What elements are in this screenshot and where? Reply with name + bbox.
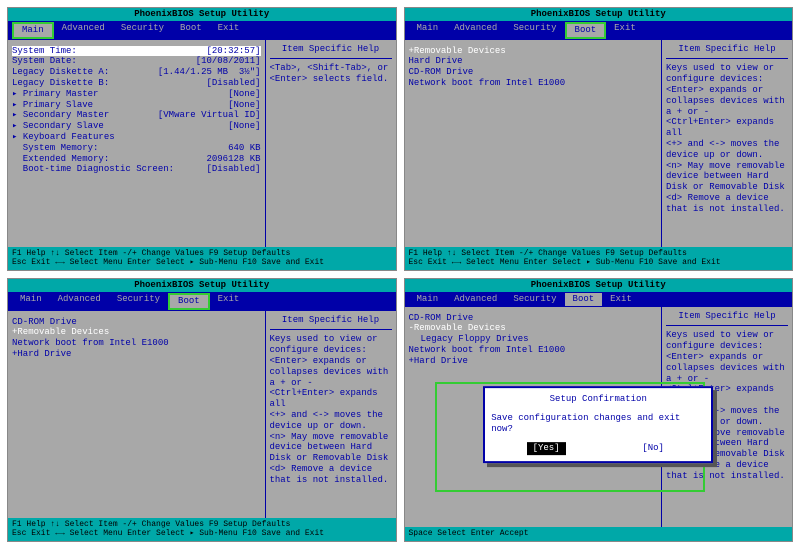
help-title: Item Specific Help: [666, 44, 788, 60]
bios-panel-2: PhoenixBIOS Setup Utility Main Advanced …: [404, 7, 794, 271]
setting-row[interactable]: ▸ Secondary Slave[None]: [12, 121, 261, 132]
boot-item[interactable]: CD-ROM Drive: [409, 313, 658, 324]
boot-item[interactable]: Legacy Floppy Drives: [409, 334, 658, 345]
bios-title: PhoenixBIOS Setup Utility: [8, 8, 396, 21]
boot-item[interactable]: +Removable Devices: [12, 327, 261, 338]
help-pane: Item Specific Help <Tab>, <Shift-Tab>, o…: [266, 40, 396, 247]
tab-security[interactable]: Security: [505, 22, 564, 39]
footer-keys: F1 Help ↑↓ Select Item -/+ Change Values…: [8, 518, 396, 541]
tab-main[interactable]: Main: [409, 22, 447, 39]
boot-item[interactable]: Hard Drive: [409, 56, 658, 67]
boot-item[interactable]: +Hard Drive: [12, 349, 261, 360]
boot-order-list[interactable]: +Removable DevicesHard DriveCD-ROM Drive…: [405, 40, 663, 247]
setting-row[interactable]: ▸ Primary Slave[None]: [12, 100, 261, 111]
setting-row[interactable]: Legacy Diskette B:[Disabled]: [12, 78, 261, 89]
tab-exit[interactable]: Exit: [602, 293, 640, 306]
no-button[interactable]: [No]: [636, 443, 670, 456]
tab-security[interactable]: Security: [505, 293, 564, 306]
bios-panel-3: PhoenixBIOS Setup Utility Main Advanced …: [7, 278, 397, 542]
tab-boot[interactable]: Boot: [565, 293, 603, 306]
boot-item[interactable]: +Hard Drive: [409, 356, 658, 367]
tab-boot[interactable]: Boot: [172, 22, 210, 39]
menubar[interactable]: Main Advanced Security Boot Exit: [8, 21, 396, 40]
footer-keys: F1 Help ↑↓ Select Item -/+ Change Values…: [8, 247, 396, 270]
setting-row[interactable]: Extended Memory:2096128 KB: [12, 154, 261, 165]
tab-exit[interactable]: Exit: [210, 293, 248, 310]
boot-item[interactable]: CD-ROM Drive: [409, 67, 658, 78]
tab-main[interactable]: Main: [12, 22, 54, 39]
setting-row[interactable]: System Date:[10/08/2011]: [12, 56, 261, 67]
tab-main[interactable]: Main: [409, 293, 447, 306]
tab-main[interactable]: Main: [12, 293, 50, 310]
boot-order-list[interactable]: CD-ROM Drive+Removable DevicesNetwork bo…: [8, 311, 266, 518]
tab-advanced[interactable]: Advanced: [446, 22, 505, 39]
dialog-title: Setup Confirmation: [491, 394, 705, 405]
help-text: Keys used to view or configure devices: …: [270, 334, 392, 485]
boot-item[interactable]: CD-ROM Drive: [12, 317, 261, 328]
help-pane: Item Specific Help Keys used to view or …: [266, 311, 396, 518]
help-title: Item Specific Help: [666, 311, 788, 327]
boot-item[interactable]: +Removable Devices: [409, 46, 658, 57]
tab-advanced[interactable]: Advanced: [50, 293, 109, 310]
tab-boot[interactable]: Boot: [168, 293, 210, 310]
footer-keys: F1 Help ↑↓ Select Item -/+ Change Values…: [405, 247, 793, 270]
setting-row[interactable]: ▸ Keyboard Features: [12, 132, 261, 143]
boot-item[interactable]: Network boot from Intel E1000: [409, 345, 658, 356]
tab-boot[interactable]: Boot: [565, 22, 607, 39]
tab-advanced[interactable]: Advanced: [54, 22, 113, 39]
setting-row[interactable]: Legacy Diskette A:[1.44/1.25 MB 3½"]: [12, 67, 261, 78]
tab-security[interactable]: Security: [113, 22, 172, 39]
bios-title: PhoenixBIOS Setup Utility: [8, 279, 396, 292]
yes-button[interactable]: [Yes]: [527, 443, 566, 456]
menubar[interactable]: Main Advanced Security Boot Exit: [405, 21, 793, 40]
setting-row[interactable]: Boot-time Diagnostic Screen:[Disabled]: [12, 164, 261, 175]
tab-exit[interactable]: Exit: [606, 22, 644, 39]
help-pane: Item Specific Help Keys used to view or …: [662, 40, 792, 247]
settings-list[interactable]: System Time:[20:32:57]System Date:[10/08…: [8, 40, 266, 247]
bios-panel-4: PhoenixBIOS Setup Utility Main Advanced …: [404, 278, 794, 542]
setting-row[interactable]: System Time:[20:32:57]: [12, 46, 261, 57]
help-title: Item Specific Help: [270, 315, 392, 331]
bios-title: PhoenixBIOS Setup Utility: [405, 8, 793, 21]
help-text: <Tab>, <Shift-Tab>, or <Enter> selects f…: [270, 63, 392, 85]
tab-advanced[interactable]: Advanced: [446, 293, 505, 306]
boot-item[interactable]: Network boot from Intel E1000: [12, 338, 261, 349]
setting-row[interactable]: System Memory:640 KB: [12, 143, 261, 154]
setting-row[interactable]: ▸ Secondary Master[VMware Virtual ID]: [12, 110, 261, 121]
bios-panel-1: PhoenixBIOS Setup Utility Main Advanced …: [7, 7, 397, 271]
footer-keys: Space Select Enter Accept: [405, 527, 793, 541]
help-text: Keys used to view or configure devices: …: [666, 63, 788, 214]
boot-item[interactable]: -Removable Devices: [409, 323, 658, 334]
setting-row[interactable]: ▸ Primary Master[None]: [12, 89, 261, 100]
dialog-message: Save configuration changes and exit now?: [491, 413, 705, 435]
setup-confirmation-dialog: Setup Confirmation Save configuration ch…: [483, 386, 713, 463]
menubar[interactable]: Main Advanced Security Boot Exit: [405, 292, 793, 307]
bios-title: PhoenixBIOS Setup Utility: [405, 279, 793, 292]
boot-item[interactable]: Network boot from Intel E1000: [409, 78, 658, 89]
tab-security[interactable]: Security: [109, 293, 168, 310]
help-title: Item Specific Help: [270, 44, 392, 60]
menubar[interactable]: Main Advanced Security Boot Exit: [8, 292, 396, 311]
tab-exit[interactable]: Exit: [210, 22, 248, 39]
